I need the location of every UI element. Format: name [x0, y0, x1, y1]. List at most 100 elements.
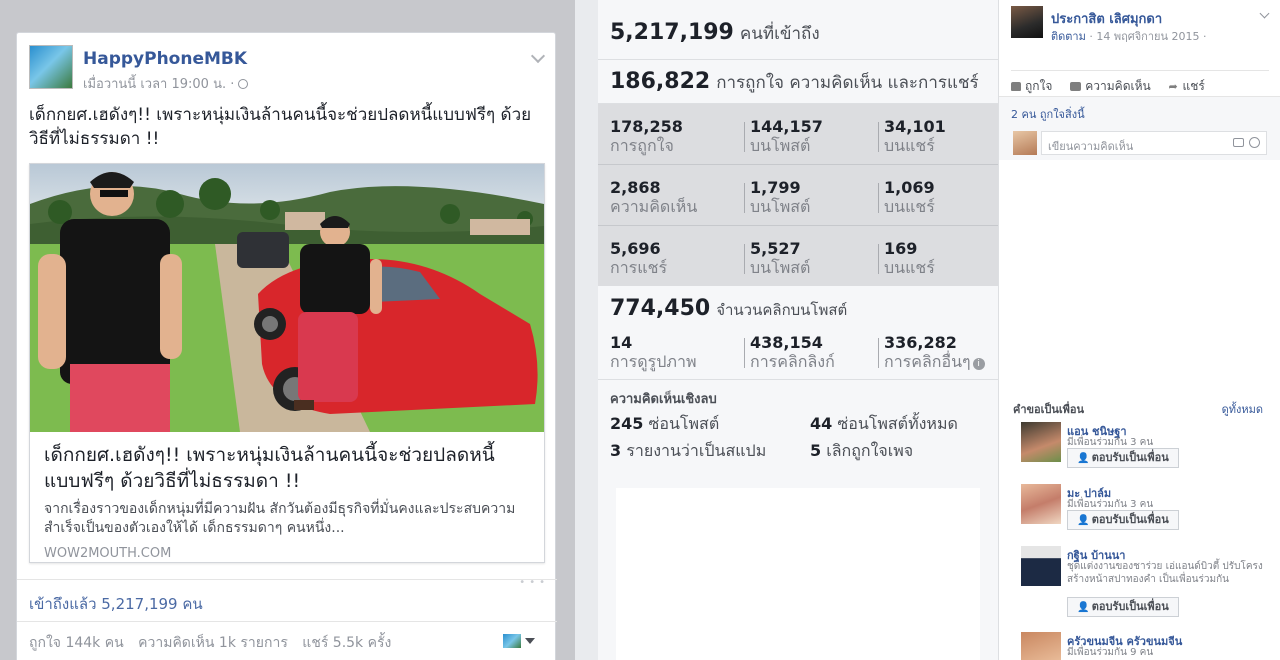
engagement-summary: 186,822 การถูกใจ ความคิดเห็น และการแชร์ [598, 60, 1000, 104]
profile-post-meta: ติดตาม · 14 พฤศจิกายน 2015 · [1051, 27, 1206, 45]
link-clicks: 438,154 การคลิกลิงก์ [750, 334, 880, 372]
comments-count[interactable]: ความคิดเห็น 1k รายการ [138, 635, 288, 651]
friend-request-item: กฐิน บ้านนา ชุดแต่งงานของชาร่วย เอ่แอนด์… [1021, 546, 1271, 618]
stat-label: การแชร์ [610, 258, 668, 277]
comment-icon [1070, 82, 1082, 91]
stat-label: บนโพสต์ [750, 136, 811, 155]
post-clicks-number: 774,450 [610, 296, 711, 321]
share-button[interactable]: ➦ แชร์ [1169, 79, 1205, 93]
shares-on-post: 5,527 บนโพสต์ [750, 240, 880, 278]
mutual-friends[interactable]: ชุดแต่งงานของชาร่วย เอ่แอนด์บิวตี้ ปรับโ… [1067, 560, 1267, 586]
friend-request-item: ครัวขนมจีน ครัวขนมจีน มีเพื่อนร่วมกัน 9 … [1021, 632, 1271, 660]
stat-number: 3 [610, 441, 622, 460]
confirm-friend-button[interactable]: 👤 ตอบรับเป็นเพื่อน [1067, 597, 1179, 617]
stat-label: รายงานว่าเป็นสแปม [626, 441, 767, 460]
friend-avatar[interactable] [1021, 484, 1061, 524]
confirm-friend-button[interactable]: 👤 ตอบรับเป็นเพื่อน [1067, 510, 1179, 530]
friend-avatar[interactable] [1021, 422, 1061, 462]
post-reach[interactable]: เข้าถึงแล้ว 5,217,199 คน [17, 579, 557, 619]
post-timestamp[interactable]: เมื่อวานนี้ เวลา 19:00 น. · [83, 73, 249, 94]
post-likes-and-comments: 2 คน ถูกใจสิ่งนี้ เขียนความคิดเห็น [999, 96, 1280, 160]
stat-label: บนแชร์ [884, 258, 935, 277]
divider [744, 244, 745, 274]
stat-number: 438,154 [750, 333, 823, 352]
current-user-avatar [1013, 131, 1037, 155]
post-time-text: เมื่อวานนี้ เวลา 19:00 น. · [83, 77, 235, 92]
other-clicks: 336,282 การคลิกอื่นๆ i [884, 334, 999, 372]
comment-button[interactable]: ความคิดเห็น [1070, 79, 1151, 93]
emoji-icon[interactable] [1249, 137, 1260, 148]
confirm-label: ตอบรับเป็นเพื่อน [1091, 600, 1169, 613]
stat-number: 336,282 [884, 333, 957, 352]
stat-number: 2,868 [610, 178, 661, 197]
stat-number: 14 [610, 333, 633, 352]
page-avatar[interactable] [29, 45, 73, 89]
comment-input[interactable]: เขียนความคิดเห็น [1041, 131, 1267, 155]
divider [744, 338, 745, 368]
stat-number: 1,799 [750, 178, 801, 197]
shares-on-shares: 169 บนแชร์ [884, 240, 1014, 278]
stat-label: การคลิกอื่นๆ i [884, 352, 999, 372]
stat-label: ซ่อนโพสต์ [648, 414, 720, 433]
stat-label: บนโพสต์ [750, 197, 811, 216]
page-post-card: HappyPhoneMBK เมื่อวานนี้ เวลา 19:00 น. … [16, 32, 557, 660]
see-all-link[interactable]: ดูทั้งหมด [1222, 400, 1263, 418]
stat-number: 245 [610, 414, 644, 433]
page-thumbnail-icon[interactable] [503, 634, 521, 648]
profile-post-date[interactable]: · 14 พฤศจิกายน 2015 · [1086, 30, 1206, 43]
info-icon[interactable]: i [972, 358, 985, 370]
profile-name-link[interactable]: ประกาสิต เลิศมุกดา [1051, 8, 1162, 29]
stat-label: การคลิกลิงก์ [750, 352, 835, 371]
comment-label: ความคิดเห็น [1085, 79, 1151, 93]
follow-link[interactable]: ติดตาม [1051, 30, 1086, 43]
reach-number: 5,217,199 [610, 20, 734, 45]
chevron-down-icon[interactable] [1259, 8, 1270, 19]
confirm-label: ตอบรับเป็นเพื่อน [1091, 451, 1169, 464]
like-button[interactable]: ถูกใจ [1011, 79, 1052, 93]
likes-total: 178,258 การถูกใจ [610, 118, 740, 156]
likes-summary-link[interactable]: 2 คน ถูกใจสิ่งนี้ [1011, 105, 1085, 123]
stat-number: 1,069 [884, 178, 935, 197]
share-arrow-icon: ➦ [1168, 80, 1178, 93]
link-preview[interactable]: เด็กกยศ.เฮดังๆ!! เพราะหนุ่มเงินล้านคนนี้… [29, 163, 545, 563]
photo-views: 14 การดูรูปภาพ [610, 334, 740, 372]
stat-label: การถูกใจ [610, 136, 674, 155]
negative-feedback-title: ความคิดเห็นเชิงลบ [610, 392, 717, 407]
friend-requests-header: คำขอเป็นเพื่อน ดูทั้งหมด [1013, 400, 1263, 418]
link-description: จากเรื่องราวของเด็กหนุ่มที่มีความฝัน สัก… [44, 501, 516, 536]
confirm-label: ตอบรับเป็นเพื่อน [1091, 513, 1169, 526]
stat-number: 144,157 [750, 117, 823, 136]
shares-count[interactable]: แชร์ 5.5k ครั้ง [302, 635, 391, 651]
profile-avatar[interactable] [1011, 6, 1043, 38]
divider [598, 164, 1000, 165]
friend-avatar[interactable] [1021, 632, 1061, 660]
stat-label: การดูรูปภาพ [610, 352, 697, 371]
share-label: แชร์ [1182, 79, 1205, 93]
comments-on-post: 1,799 บนโพสต์ [750, 179, 880, 217]
mutual-friends[interactable]: มีเพื่อนร่วมกัน 9 คน [1067, 646, 1267, 659]
friend-avatar[interactable] [1021, 546, 1061, 586]
add-friend-icon: 👤 [1077, 602, 1090, 613]
shares-total: 5,696 การแชร์ [610, 240, 740, 278]
friend-request-item: มะ ปาล์ม มีเพื่อนร่วมกัน 3 คน 👤 ตอบรับเป็… [1021, 484, 1271, 534]
reach-summary: 5,217,199 คนที่เข้าถึง [598, 0, 1000, 60]
caret-down-icon[interactable] [525, 638, 535, 644]
likes-count[interactable]: ถูกใจ 144k คน [29, 635, 124, 651]
likes-on-shares: 34,101 บนแชร์ [884, 118, 1014, 156]
page-name-link[interactable]: HappyPhoneMBK [83, 49, 247, 69]
hide-post-stat: 245 ซ่อนโพสต์ [610, 412, 719, 437]
blank-area [616, 488, 980, 660]
camera-icon[interactable] [1233, 138, 1244, 147]
stat-number: 5,696 [610, 239, 661, 258]
divider [878, 338, 879, 368]
link-preview-image[interactable] [30, 164, 544, 432]
comments-on-shares: 1,069 บนแชร์ [884, 179, 1014, 217]
link-title: เด็กกยศ.เฮดังๆ!! เพราะหนุ่มเงินล้านคนนี้… [44, 444, 495, 492]
link-preview-body[interactable]: เด็กกยศ.เฮดังๆ!! เพราะหนุ่มเงินล้านคนนี้… [30, 432, 544, 562]
globe-icon [238, 79, 249, 89]
confirm-friend-button[interactable]: 👤 ตอบรับเป็นเพื่อน [1067, 448, 1179, 468]
post-clicks-summary: 774,450 จำนวนคลิกบนโพสต์ [610, 296, 847, 322]
post-message: เด็กกยศ.เฮดังๆ!! เพราะหนุ่มเงินล้านคนนี้… [29, 105, 532, 149]
chevron-down-icon[interactable] [530, 48, 546, 64]
friend-requests-title: คำขอเป็นเพื่อน [1013, 403, 1085, 416]
